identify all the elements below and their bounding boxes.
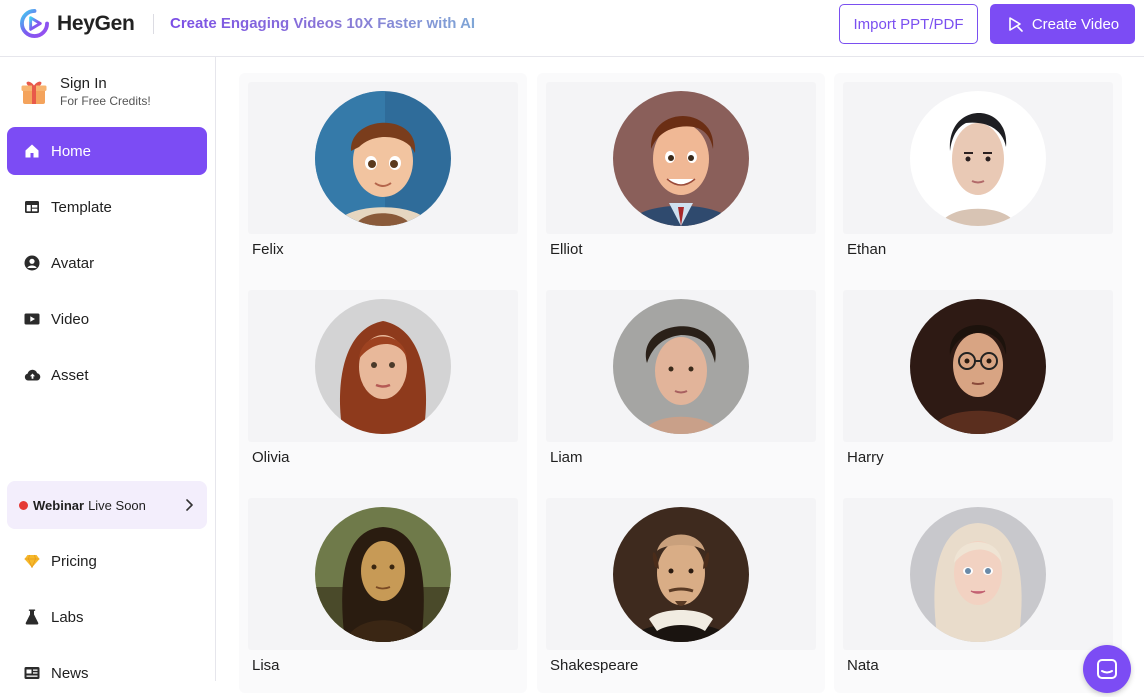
- nav-item-labs[interactable]: Labs: [7, 593, 207, 641]
- avatar-portrait-lisa: [315, 507, 451, 642]
- flask-icon: [23, 608, 41, 626]
- heygen-logo-icon: [20, 9, 49, 38]
- news-icon: [23, 664, 41, 682]
- avatar-thumbnail: [843, 82, 1113, 234]
- chat-icon: [1097, 659, 1117, 679]
- avatar-card-shakespeare[interactable]: Shakespeare: [546, 498, 816, 674]
- create-video-button[interactable]: Create Video: [990, 4, 1135, 44]
- avatar-thumbnail: [546, 82, 816, 234]
- nav-item-video[interactable]: Video: [7, 295, 207, 343]
- avatar-thumbnail: [248, 498, 518, 650]
- chevron-right-icon: [186, 499, 193, 511]
- avatar-name: Harry: [847, 449, 884, 466]
- avatar-portrait-ethan: [910, 91, 1046, 226]
- nav-item-label: Asset: [51, 366, 89, 384]
- template-icon: [23, 198, 41, 216]
- avatar-thumbnail: [248, 82, 518, 234]
- avatar-thumbnail: [546, 498, 816, 650]
- nav-item-home[interactable]: Home: [7, 127, 207, 175]
- avatar-name: Ethan: [847, 241, 887, 258]
- nav-item-asset[interactable]: Asset: [7, 351, 207, 399]
- create-video-icon: [1009, 17, 1023, 32]
- avatar-name: Nata: [847, 657, 879, 674]
- webinar-title: Webinar: [33, 497, 85, 513]
- gift-icon: [21, 81, 47, 104]
- home-icon: [23, 142, 41, 160]
- avatar-thumbnail: [546, 290, 816, 442]
- avatar-portrait-harry: [910, 299, 1046, 434]
- avatar-name: Felix: [252, 241, 284, 258]
- sign-in-subtitle: For Free Credits!: [60, 94, 151, 108]
- avatar-name: Elliot: [550, 241, 583, 258]
- nav-item-news[interactable]: News: [7, 649, 207, 697]
- avatar-card-olivia[interactable]: Olivia: [248, 290, 518, 466]
- webinar-status: Live Soon: [88, 497, 146, 513]
- avatar-thumbnail: [843, 498, 1113, 650]
- nav-item-label: Template: [51, 198, 112, 216]
- nav-item-label: Labs: [51, 608, 84, 626]
- avatar-name: Liam: [550, 449, 583, 466]
- nav-item-template[interactable]: Template: [7, 183, 207, 231]
- avatar-name: Shakespeare: [550, 657, 639, 674]
- avatar-card-elliot[interactable]: Elliot: [546, 82, 816, 258]
- avatar-card-nata[interactable]: Nata: [843, 498, 1113, 674]
- avatar-card-ethan[interactable]: Ethan: [843, 82, 1113, 258]
- video-icon: [23, 310, 41, 328]
- avatar-portrait-shakespeare: [613, 507, 749, 642]
- avatar-portrait-olivia: [315, 299, 451, 434]
- nav-item-label: Home: [51, 142, 92, 160]
- sidebar: Sign In For Free Credits! Home Template …: [0, 57, 216, 682]
- avatar-name: Lisa: [252, 657, 280, 674]
- avatar-portrait-liam: [613, 299, 749, 434]
- webinar-banner[interactable]: Webinar Live Soon: [7, 481, 207, 529]
- heygen-logo[interactable]: HeyGen: [20, 9, 135, 38]
- avatar-card-harry[interactable]: Harry: [843, 290, 1113, 466]
- avatar-card-liam[interactable]: Liam: [546, 290, 816, 466]
- avatar-thumbnail: [248, 290, 518, 442]
- nav-item-avatar[interactable]: Avatar: [7, 239, 207, 287]
- header-tagline: Create Engaging Videos 10X Faster with A…: [170, 15, 476, 32]
- nav-item-pricing[interactable]: Pricing: [7, 537, 207, 585]
- nav-item-label: Video: [51, 310, 90, 328]
- nav-item-label: Avatar: [51, 254, 95, 272]
- nav-item-label: Pricing: [51, 552, 97, 570]
- live-dot: [19, 500, 28, 510]
- avatar-thumbnail: [843, 290, 1113, 442]
- avatar-icon: [23, 254, 41, 272]
- avatar-portrait-felix: [315, 91, 451, 226]
- top-bar: HeyGen Create Engaging Videos 10X Faster…: [0, 0, 1144, 57]
- avatar-portrait-elliot: [613, 91, 749, 226]
- nav-item-label: News: [51, 664, 89, 682]
- asset-cloud-icon: [23, 366, 41, 384]
- chat-support-button[interactable]: [1083, 645, 1131, 693]
- sign-in-title: Sign In: [60, 75, 107, 92]
- sign-in-promo[interactable]: Sign In For Free Credits!: [20, 75, 151, 109]
- diamond-icon: [23, 552, 41, 570]
- create-video-label: Create Video: [1031, 15, 1120, 33]
- avatar-card-felix[interactable]: Felix: [248, 82, 518, 258]
- brand-name: HeyGen: [57, 11, 135, 35]
- import-ppt-pdf-button[interactable]: Import PPT/PDF: [839, 4, 978, 44]
- avatar-name: Olivia: [252, 449, 290, 466]
- header-divider: [153, 14, 154, 34]
- avatar-card-lisa[interactable]: Lisa: [248, 498, 518, 674]
- avatar-portrait-nata: [910, 507, 1046, 642]
